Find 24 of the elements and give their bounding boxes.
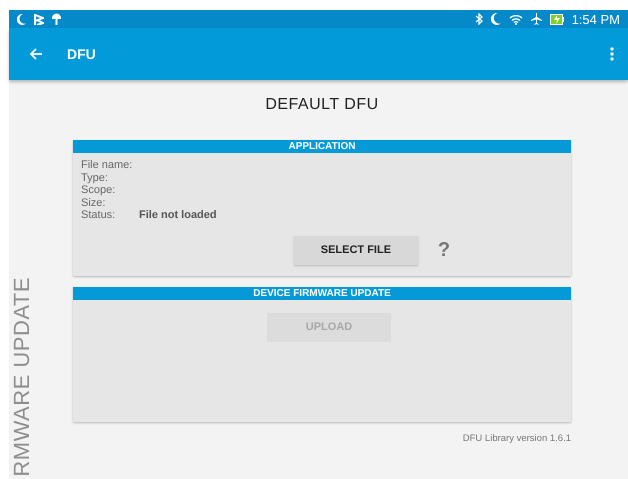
app-bar-title: DFU xyxy=(67,46,97,62)
field-label: File name: xyxy=(81,159,134,172)
back-arrow-icon[interactable] xyxy=(29,48,43,60)
moon-icon xyxy=(490,13,501,25)
bluetooth-icon xyxy=(474,13,483,25)
overflow-menu-icon[interactable] xyxy=(610,47,614,61)
panel-header: APPLICATION xyxy=(73,140,571,153)
field-label: Scope: xyxy=(81,184,116,196)
page-title: DEFAULT DFU xyxy=(264,96,380,114)
select-file-button[interactable]: SELECT FILE xyxy=(294,236,418,264)
battery-charging-icon xyxy=(550,14,564,24)
field-label: Status: xyxy=(81,209,116,222)
wifi-icon xyxy=(508,14,523,24)
field-value: File not loaded xyxy=(139,209,217,222)
field-label: Size: xyxy=(81,196,106,209)
library-version: DFU Library version 1.6.1 xyxy=(462,432,571,444)
flag-icon xyxy=(34,14,44,24)
panel-header: DEVICE FIRMWARE UPDATE xyxy=(73,286,571,300)
clock-time: 1:54 PM xyxy=(572,12,620,26)
airplane-icon xyxy=(530,13,542,25)
help-mark[interactable]: ? xyxy=(438,238,450,262)
field-label: Type: xyxy=(81,172,109,184)
vertical-caption: RMWARE UPDATE xyxy=(9,277,35,477)
moon-icon xyxy=(17,14,26,24)
